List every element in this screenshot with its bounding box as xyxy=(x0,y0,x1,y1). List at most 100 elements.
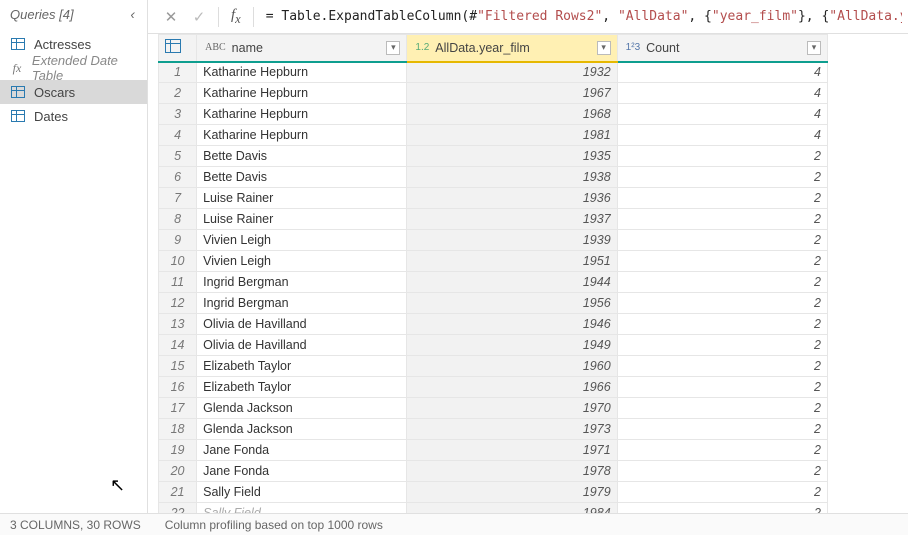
table-row[interactable]: 21Sally Field19792 xyxy=(159,482,828,503)
row-number[interactable]: 10 xyxy=(159,251,197,272)
cell-year[interactable]: 1968 xyxy=(407,104,617,125)
cell-count[interactable]: 2 xyxy=(617,356,827,377)
table-row[interactable]: 5Bette Davis19352 xyxy=(159,146,828,167)
cell-name[interactable]: Ingrid Bergman xyxy=(197,272,407,293)
cell-count[interactable]: 2 xyxy=(617,314,827,335)
row-number[interactable]: 11 xyxy=(159,272,197,293)
cell-name[interactable]: Elizabeth Taylor xyxy=(197,377,407,398)
cell-count[interactable]: 4 xyxy=(617,125,827,146)
table-row[interactable]: 13Olivia de Havilland19462 xyxy=(159,314,828,335)
cell-name[interactable]: Bette Davis xyxy=(197,146,407,167)
row-number[interactable]: 15 xyxy=(159,356,197,377)
cell-year[interactable]: 1937 xyxy=(407,209,617,230)
column-header-alldata-year_film[interactable]: 1.2AllData.year_film▾ xyxy=(407,35,617,62)
datatype-icon[interactable]: 1²3 xyxy=(624,42,642,53)
cell-year[interactable]: 1946 xyxy=(407,314,617,335)
cell-name[interactable]: Katharine Hepburn xyxy=(197,125,407,146)
cell-name[interactable]: Vivien Leigh xyxy=(197,230,407,251)
cell-count[interactable]: 2 xyxy=(617,440,827,461)
row-number[interactable]: 7 xyxy=(159,188,197,209)
table-row[interactable]: 14Olivia de Havilland19492 xyxy=(159,335,828,356)
column-header-name[interactable]: ABCname▾ xyxy=(197,35,407,62)
cell-count[interactable]: 4 xyxy=(617,62,827,83)
table-row[interactable]: 22Sally Field19842 xyxy=(159,503,828,514)
row-number[interactable]: 17 xyxy=(159,398,197,419)
cell-name[interactable]: Luise Rainer xyxy=(197,209,407,230)
cell-year[interactable]: 1966 xyxy=(407,377,617,398)
table-row[interactable]: 11Ingrid Bergman19442 xyxy=(159,272,828,293)
table-row[interactable]: 4Katharine Hepburn19814 xyxy=(159,125,828,146)
cell-year[interactable]: 1951 xyxy=(407,251,617,272)
cell-year[interactable]: 1944 xyxy=(407,272,617,293)
cell-name[interactable]: Sally Field xyxy=(197,482,407,503)
column-header-count[interactable]: 1²3Count▾ xyxy=(617,35,827,62)
cell-year[interactable]: 1981 xyxy=(407,125,617,146)
cell-name[interactable]: Bette Davis xyxy=(197,167,407,188)
table-row[interactable]: 19Jane Fonda19712 xyxy=(159,440,828,461)
column-filter-dropdown[interactable]: ▾ xyxy=(807,41,821,55)
cell-count[interactable]: 2 xyxy=(617,419,827,440)
row-number[interactable]: 3 xyxy=(159,104,197,125)
cell-name[interactable]: Glenda Jackson xyxy=(197,398,407,419)
table-row[interactable]: 15Elizabeth Taylor19602 xyxy=(159,356,828,377)
table-row[interactable]: 6Bette Davis19382 xyxy=(159,167,828,188)
row-number[interactable]: 21 xyxy=(159,482,197,503)
row-number[interactable]: 5 xyxy=(159,146,197,167)
cell-name[interactable]: Katharine Hepburn xyxy=(197,104,407,125)
row-number[interactable]: 16 xyxy=(159,377,197,398)
cell-count[interactable]: 2 xyxy=(617,146,827,167)
cell-year[interactable]: 1938 xyxy=(407,167,617,188)
table-row[interactable]: 7Luise Rainer19362 xyxy=(159,188,828,209)
cell-count[interactable]: 2 xyxy=(617,167,827,188)
table-row[interactable]: 16Elizabeth Taylor19662 xyxy=(159,377,828,398)
table-row[interactable]: 10Vivien Leigh19512 xyxy=(159,251,828,272)
cell-name[interactable]: Olivia de Havilland xyxy=(197,335,407,356)
row-number[interactable]: 20 xyxy=(159,461,197,482)
cell-year[interactable]: 1973 xyxy=(407,419,617,440)
cell-year[interactable]: 1979 xyxy=(407,482,617,503)
query-item-extended-date-table[interactable]: fxExtended Date Table xyxy=(0,56,147,80)
cell-name[interactable]: Vivien Leigh xyxy=(197,251,407,272)
cell-count[interactable]: 2 xyxy=(617,503,827,514)
table-row[interactable]: 3Katharine Hepburn19684 xyxy=(159,104,828,125)
cell-year[interactable]: 1939 xyxy=(407,230,617,251)
cell-count[interactable]: 2 xyxy=(617,461,827,482)
cell-count[interactable]: 2 xyxy=(617,230,827,251)
cell-name[interactable]: Katharine Hepburn xyxy=(197,62,407,83)
cell-year[interactable]: 1935 xyxy=(407,146,617,167)
row-number[interactable]: 6 xyxy=(159,167,197,188)
cell-year[interactable]: 1949 xyxy=(407,335,617,356)
table-row[interactable]: 9Vivien Leigh19392 xyxy=(159,230,828,251)
row-number[interactable]: 1 xyxy=(159,62,197,83)
cancel-formula-button[interactable]: ✕ xyxy=(160,6,182,28)
cell-year[interactable]: 1967 xyxy=(407,83,617,104)
collapse-sidebar-button[interactable]: ‹ xyxy=(126,6,139,22)
cell-count[interactable]: 2 xyxy=(617,209,827,230)
cell-count[interactable]: 2 xyxy=(617,188,827,209)
column-filter-dropdown[interactable]: ▾ xyxy=(597,41,611,55)
cell-year[interactable]: 1971 xyxy=(407,440,617,461)
cell-count[interactable]: 2 xyxy=(617,482,827,503)
table-row[interactable]: 17Glenda Jackson19702 xyxy=(159,398,828,419)
cell-count[interactable]: 2 xyxy=(617,272,827,293)
select-all-corner[interactable] xyxy=(159,35,197,62)
fx-icon[interactable]: fx xyxy=(227,7,245,27)
cell-name[interactable]: Elizabeth Taylor xyxy=(197,356,407,377)
row-number[interactable]: 12 xyxy=(159,293,197,314)
cell-name[interactable]: Ingrid Bergman xyxy=(197,293,407,314)
cell-count[interactable]: 2 xyxy=(617,377,827,398)
row-number[interactable]: 22 xyxy=(159,503,197,514)
cell-year[interactable]: 1932 xyxy=(407,62,617,83)
row-number[interactable]: 18 xyxy=(159,419,197,440)
datatype-icon[interactable]: 1.2 xyxy=(413,42,431,53)
column-filter-dropdown[interactable]: ▾ xyxy=(386,41,400,55)
table-row[interactable]: 18Glenda Jackson19732 xyxy=(159,419,828,440)
cell-year[interactable]: 1936 xyxy=(407,188,617,209)
cell-count[interactable]: 2 xyxy=(617,335,827,356)
row-number[interactable]: 19 xyxy=(159,440,197,461)
cell-count[interactable]: 2 xyxy=(617,398,827,419)
query-item-dates[interactable]: Dates xyxy=(0,104,147,128)
row-number[interactable]: 9 xyxy=(159,230,197,251)
commit-formula-button[interactable]: ✓ xyxy=(188,6,210,28)
row-number[interactable]: 2 xyxy=(159,83,197,104)
